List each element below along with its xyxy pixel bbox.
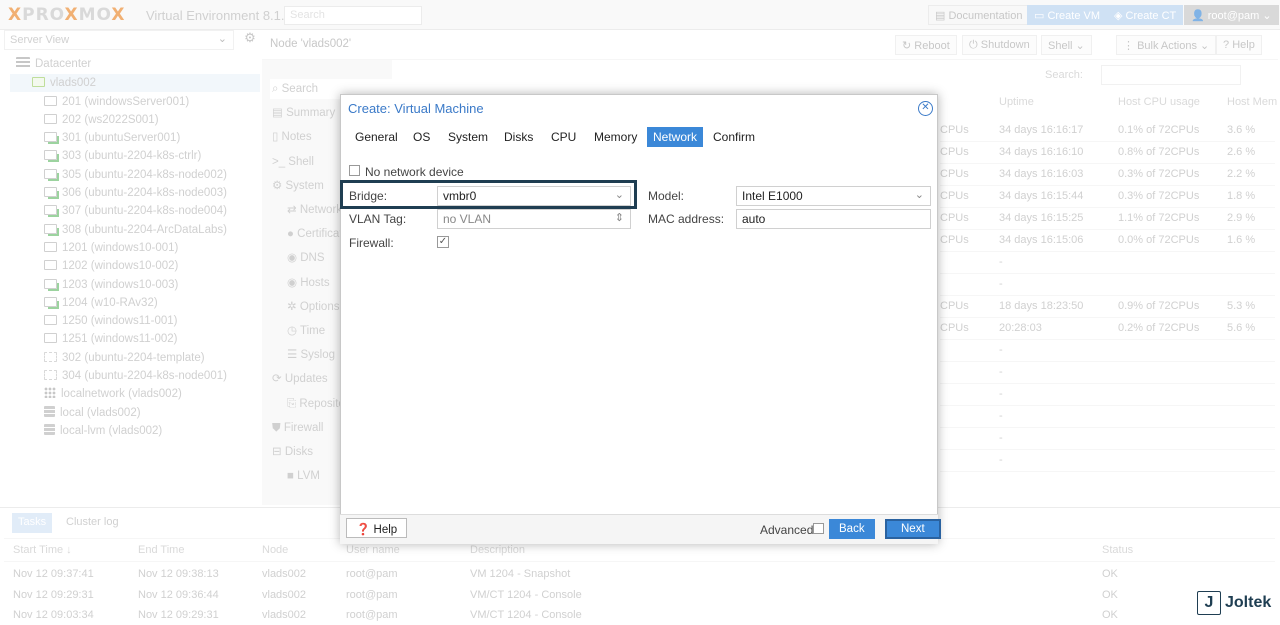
create-vm-dialog [340,94,938,544]
back-button[interactable]: Back [829,519,875,539]
no-network-device-label: No network device [365,165,464,179]
no-network-device-checkbox[interactable] [349,165,360,179]
tab-os[interactable]: OS [407,127,436,147]
advanced-label: Advanced [760,523,814,537]
joltek-logo-icon: J [1197,591,1221,615]
chevron-down-icon: ⌄ [914,189,924,201]
dialog-title: Create: Virtual Machine [348,101,484,116]
mac-address-label: MAC address: [648,212,725,226]
tab-general[interactable]: General [349,127,404,147]
bridge-highlight-box [340,180,637,209]
tab-memory[interactable]: Memory [588,127,643,147]
tab-cpu[interactable]: CPU [545,127,582,147]
firewall-checkbox[interactable]: ✓ [437,236,449,248]
model-label: Model: [648,189,685,203]
mac-address-input[interactable]: auto [736,209,931,229]
model-select[interactable]: Intel E1000 ⌄ [736,186,931,206]
question-icon: ❓ [356,524,374,536]
tab-confirm[interactable]: Confirm [707,127,761,147]
advanced-checkbox[interactable] [813,523,824,537]
dialog-help-button[interactable]: ❓ Help [346,518,408,538]
close-icon[interactable]: ✕ [918,101,933,116]
vlan-tag-input[interactable]: no VLAN ⇕ [437,209,631,229]
tab-network[interactable]: Network [647,127,704,147]
firewall-label: Firewall: [349,236,394,250]
tab-disks[interactable]: Disks [498,127,539,147]
next-button[interactable]: Next [885,519,941,539]
vlan-tag-label: VLAN Tag: [349,212,407,226]
tab-system[interactable]: System [442,127,494,147]
spinner-icon: ⇕ [614,212,624,224]
joltek-watermark: J Joltek [1197,591,1271,615]
